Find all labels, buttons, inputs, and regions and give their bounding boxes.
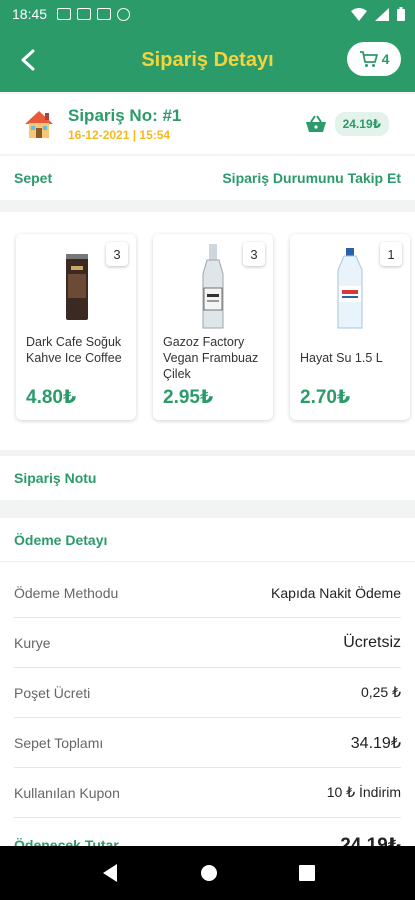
quantity-badge: 3 — [106, 242, 128, 266]
payment-row: Kullanılan Kupon 10 ₺ İndirim — [14, 768, 401, 818]
nav-home-icon[interactable] — [200, 864, 218, 882]
quantity-badge: 1 — [380, 242, 402, 266]
payment-label: Ödeme Methodu — [14, 584, 119, 601]
product-list: 3 Dark Cafe Soğuk Kahve Ice Coffee 4.80₺… — [0, 212, 415, 450]
cart-section-header: Sepet Sipariş Durumunu Takip Et — [0, 156, 415, 200]
battery-icon — [397, 7, 405, 21]
product-image — [202, 244, 224, 329]
basket-icon — [305, 115, 326, 132]
product-card[interactable]: 3 Dark Cafe Soğuk Kahve Ice Coffee 4.80₺ — [16, 234, 136, 420]
product-price: 4.80₺ — [26, 387, 77, 408]
payment-details: Ödeme Detayı Ödeme Methodu Kapıda Nakit … — [0, 518, 415, 856]
signal-icon — [375, 7, 389, 21]
product-image — [66, 254, 88, 320]
notification-icon — [57, 7, 72, 20]
payment-row: Poşet Ücreti 0,25 ₺ — [14, 668, 401, 718]
product-name: Hayat Su 1.5 L — [300, 351, 383, 365]
payment-label: Kurye — [14, 634, 51, 651]
order-date: 16-12-2021 | 15:54 — [68, 128, 171, 142]
payment-label: Kullanılan Kupon — [14, 784, 120, 801]
product-price: 2.95₺ — [163, 387, 214, 408]
notification-icon — [77, 7, 92, 20]
payment-value: Kapıda Nakit Ödeme — [271, 584, 401, 601]
back-button[interactable] — [4, 36, 52, 84]
cart-icon — [359, 51, 378, 67]
wifi-icon — [351, 7, 367, 21]
back-arrow-icon — [21, 49, 35, 71]
track-order-link[interactable]: Sipariş Durumunu Takip Et — [222, 170, 401, 186]
product-name: Dark Cafe Soğuk Kahve Ice Coffee — [26, 335, 122, 365]
notification-icon — [97, 7, 112, 20]
payment-row: Sepet Toplamı 34.19₺ — [14, 718, 401, 768]
payment-label: Sepet Toplamı — [14, 734, 104, 751]
product-name: Gazoz Factory Vegan Frambuaz Çilek — [163, 335, 259, 381]
nav-back-icon[interactable] — [101, 863, 119, 883]
payment-row: Kurye Ücretsiz — [14, 618, 401, 668]
status-time: 18:45 — [12, 6, 48, 22]
app-bar: Sipariş Detayı 4 — [0, 28, 415, 92]
payment-value: 0,25 ₺ — [360, 684, 401, 700]
status-bar: 18:45 — [0, 0, 415, 28]
product-card[interactable]: 3 Gazoz Factory Vegan Frambuaz Çilek 2.9… — [153, 234, 273, 420]
order-total-badge: 24.19₺ — [334, 112, 389, 136]
cart-button[interactable]: 4 — [347, 42, 401, 76]
order-note-title: Sipariş Notu — [14, 470, 97, 486]
order-note-row[interactable]: Sipariş Notu — [0, 456, 415, 500]
payment-value: 34.19₺ — [350, 734, 401, 752]
product-image — [337, 248, 363, 329]
payment-section-title: Ödeme Detayı — [0, 518, 415, 562]
payment-value: 10 ₺ İndirim — [326, 784, 401, 800]
nav-recents-icon[interactable] — [298, 865, 315, 881]
cart-section-title: Sepet — [14, 170, 53, 186]
payment-row: Ödeme Methodu Kapıda Nakit Ödeme — [14, 568, 401, 618]
notification-icon — [117, 7, 131, 21]
cart-count: 4 — [381, 51, 390, 67]
house-icon — [25, 111, 53, 138]
system-nav-bar — [0, 846, 415, 900]
payment-value: Ücretsiz — [343, 633, 401, 651]
product-card[interactable]: 1 Hayat Su 1.5 L 2.70₺ — [290, 234, 410, 420]
order-header: Sipariş No: #1 16-12-2021 | 15:54 24.19₺ — [0, 94, 415, 154]
product-price: 2.70₺ — [300, 387, 351, 408]
order-number: Sipariş No: #1 — [68, 106, 182, 125]
quantity-badge: 3 — [243, 242, 265, 266]
notification-icons — [57, 7, 131, 21]
payment-label: Poşet Ücreti — [14, 684, 91, 701]
